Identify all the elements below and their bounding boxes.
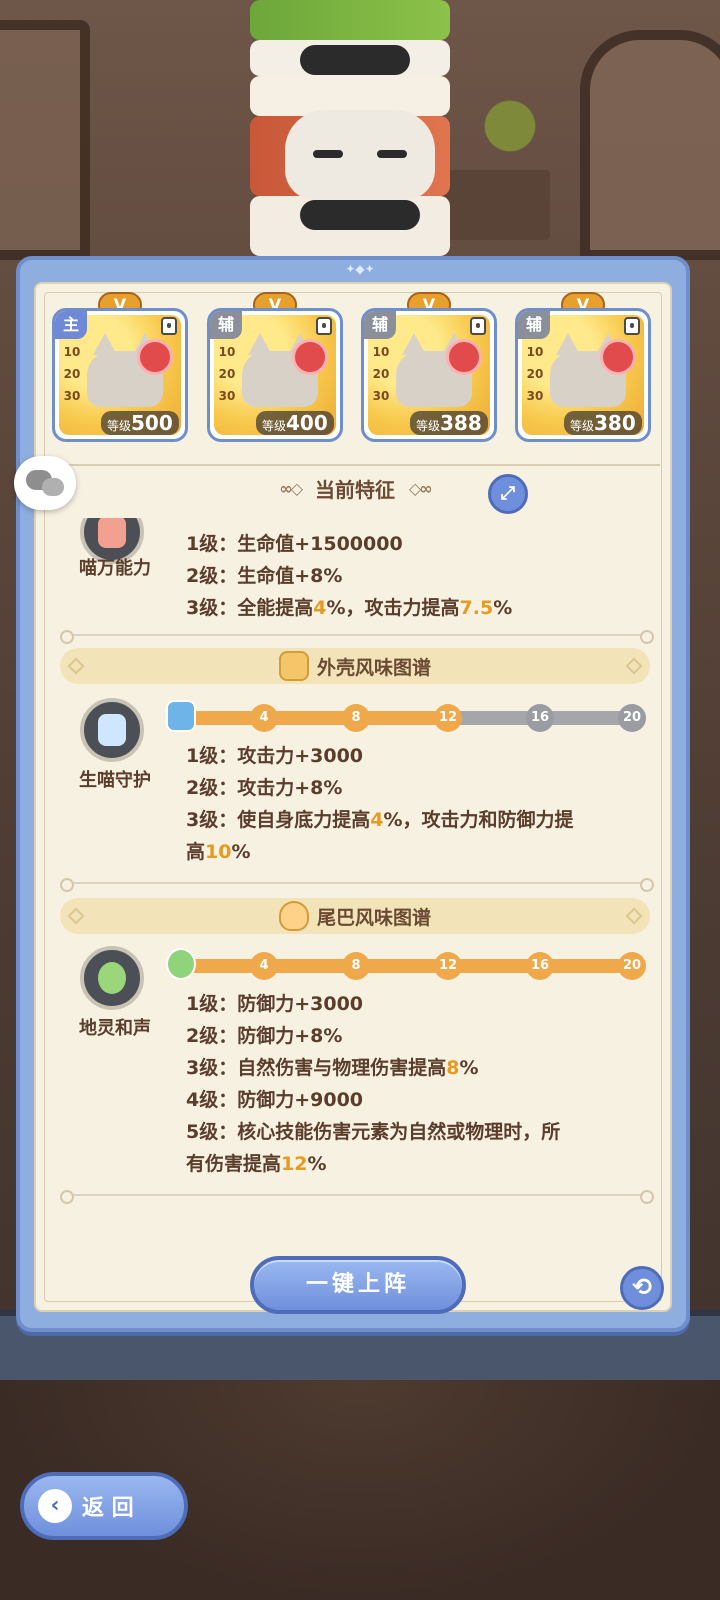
clover-icon [166, 948, 196, 980]
trait-name: 地灵和声 [79, 1018, 151, 1039]
flavor-chart-band: 外壳风味图谱 [60, 648, 650, 684]
ornament-left-icon: ∞◇ [279, 478, 303, 498]
band-ornament-icon [625, 907, 643, 925]
clover-icon [80, 946, 144, 1010]
auto-deploy-button[interactable]: 一键上阵 [250, 1256, 466, 1314]
medal-icon [292, 339, 328, 375]
lock-icon[interactable] [624, 317, 640, 335]
trait-effect-line: 3级：全能提高4%，攻击力提高7.5% [186, 597, 513, 619]
trait-divider [60, 1190, 654, 1204]
progress-node: 16 [526, 952, 554, 980]
trait-divider [60, 630, 654, 644]
trait-effect-line: 3级：自然伤害与物理伤害提高8% [186, 1057, 479, 1079]
expand-icon[interactable]: ⤢ [488, 474, 528, 514]
trait-effects: 1级：攻击力+3000 2级：攻击力+8% 3级：使自身底力提高4%，攻击力和防御力… [186, 740, 656, 868]
card-level: 等级500 [101, 411, 179, 435]
character-card-3[interactable]: 10 20 30 辅等级388 [361, 308, 497, 442]
band-ornament-icon [625, 657, 643, 675]
background-window-right [580, 30, 720, 260]
card-level: 等级400 [256, 411, 334, 435]
cat-shield-icon [80, 698, 144, 762]
trait-effects: 1级：防御力+3000 2级：防御力+8% 3级：自然伤害与物理伤害提高8% 4级：防… [186, 988, 656, 1180]
lock-icon[interactable] [316, 317, 332, 335]
medal-icon [600, 339, 636, 375]
tower-blob-top [300, 45, 410, 75]
trait-effect-line: 1级：防御力+3000 [186, 993, 364, 1015]
progress-node: 8 [342, 704, 370, 732]
card-milestones: 10 20 30 [372, 345, 390, 403]
trait-name: 生喵守护 [79, 770, 151, 791]
card-role-tag: 辅 [364, 311, 396, 339]
chat-icon[interactable] [14, 456, 76, 510]
trait-effect-line: 3级：使自身底力提高4%，攻击力和防御力提 [186, 809, 574, 831]
medal-icon [137, 339, 173, 375]
back-label: 返 回 [82, 1496, 134, 1521]
trait-effect-line: 2级：攻击力+8% [186, 777, 343, 799]
trait-effect-line: 1级：生命值+1500000 [186, 533, 403, 555]
panel-ornament-icon: ✦◆✦ [345, 262, 375, 276]
cards-divider [40, 464, 660, 466]
tail-flavor-icon [278, 901, 309, 931]
flavor-chart-band: 尾巴风味图谱 [60, 898, 650, 934]
card-role-tag: 辅 [518, 311, 550, 339]
trait-name: 喵万能力 [79, 558, 151, 579]
trait-effects: 1级：生命值+1500000 2级：生命值+8% 3级：全能提高4%，攻击力提高7.… [186, 528, 656, 624]
trait-list[interactable]: 喵万能力 1级：生命值+1500000 2级：生命值+8% 3级：全能提高4%，攻击力… [44, 518, 664, 1218]
trait-effect-line: 4级：防御力+9000 [186, 1089, 364, 1111]
cat-shield-icon [166, 700, 196, 732]
background-window-left [0, 20, 90, 260]
feature-title: 当前特征 [315, 477, 395, 502]
progress-node: 20 [618, 704, 646, 732]
trait-effect-line: 5级：核心技能伤害元素为自然或物理时，所 [186, 1121, 561, 1143]
trait-divider [60, 878, 654, 892]
back-button[interactable]: ‹ 返 回 [20, 1472, 188, 1540]
card-level: 等级388 [410, 411, 488, 435]
band-title: 外壳风味图谱 [316, 656, 431, 679]
band-ornament-icon [67, 657, 85, 675]
feature-header: ∞◇ 当前特征 ◇∞ [240, 470, 470, 506]
back-arrow-icon: ‹ [38, 1489, 72, 1523]
character-card-4[interactable]: 10 20 30 辅等级380 [515, 308, 651, 442]
progress-node: 4 [250, 952, 278, 980]
progress-node: 12 [434, 952, 462, 980]
progress-node: 20 [618, 952, 646, 980]
progress-node: 8 [342, 952, 370, 980]
card-milestones: 10 20 30 [526, 345, 544, 403]
medal-icon [446, 339, 482, 375]
card-level: 等级380 [564, 411, 642, 435]
background-plant [480, 90, 540, 180]
progress-node: 12 [434, 704, 462, 732]
progress-node: 4 [250, 704, 278, 732]
trait-effect-line: 有伤害提高12% [186, 1153, 327, 1175]
card-milestones: 10 20 30 [218, 345, 236, 403]
progress-node: 16 [526, 704, 554, 732]
card-role-tag: 辅 [210, 311, 242, 339]
shell-flavor-icon [278, 651, 309, 681]
lock-icon[interactable] [470, 317, 486, 335]
trait-effect-line: 1级：攻击力+3000 [186, 745, 364, 767]
card-role-tag: 主 [55, 311, 87, 339]
trait-effect-line: 高10% [186, 841, 251, 863]
trait-effect-line: 2级：防御力+8% [186, 1025, 343, 1047]
band-ornament-icon [67, 907, 85, 925]
ornament-right-icon: ◇∞ [409, 478, 433, 498]
character-card-1[interactable]: 10 20 30 主等级500 [52, 308, 188, 442]
character-card-2[interactable]: 10 20 30 辅等级400 [207, 308, 343, 442]
refresh-icon[interactable]: ⟲ [620, 1266, 664, 1310]
trait-progress-bar: 4 8 12 16 20 [166, 700, 646, 732]
card-milestones: 10 20 30 [63, 345, 81, 403]
tower-blob-bottom [300, 200, 420, 230]
trait-progress-bar: 4 8 12 16 20 [166, 948, 646, 980]
trait-effect-line: 2级：生命值+8% [186, 565, 343, 587]
band-title: 尾巴风味图谱 [316, 906, 431, 929]
cat-face-illustration [285, 110, 435, 200]
lock-icon[interactable] [161, 317, 177, 335]
